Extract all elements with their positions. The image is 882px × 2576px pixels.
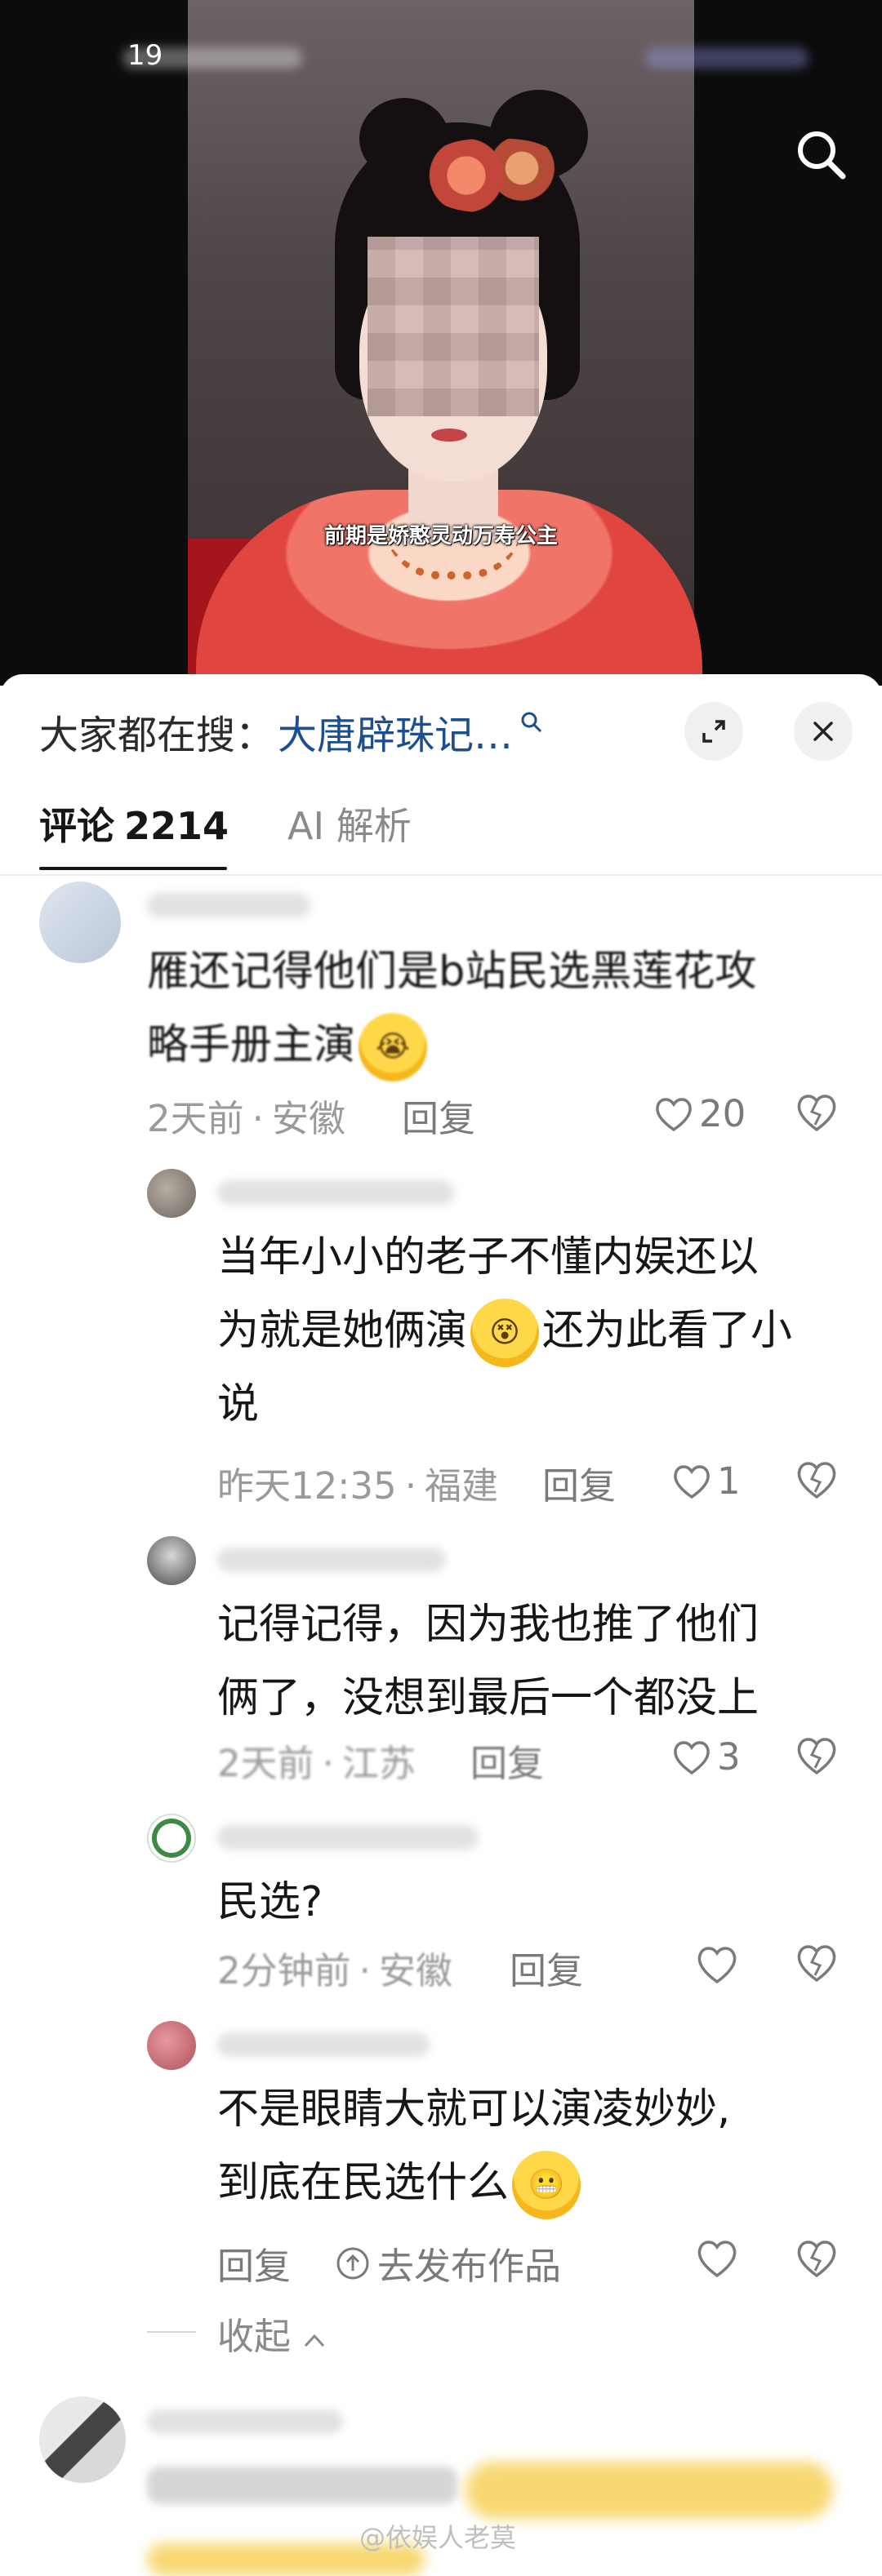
heart-icon: [674, 1464, 710, 1499]
like-button[interactable]: 3: [671, 1735, 741, 1779]
video-figure-lips: [431, 429, 467, 442]
reply-button[interactable]: 回复: [402, 1089, 475, 1142]
avatar[interactable]: [39, 2396, 126, 2483]
trending-search-term[interactable]: 大唐辟珠记…: [278, 703, 513, 760]
comment-meta: 2天前 · 安徽: [147, 1097, 345, 1140]
comment-text: 记得记得，因为我也推了他们 俩了，没想到最后一个都没上: [217, 1601, 760, 1722]
like-button[interactable]: 1: [671, 1459, 741, 1503]
tab-comments[interactable]: 评论 2214: [39, 797, 229, 851]
comment-text: 民选?: [217, 1878, 323, 1926]
collapse-divider: [147, 2331, 196, 2333]
crying-emoji-icon: 😭: [359, 1013, 428, 1081]
reply-button[interactable]: 回复: [510, 1941, 583, 1994]
comment-count: 2214: [124, 804, 229, 848]
avatar[interactable]: [147, 1536, 196, 1585]
heart-icon[interactable]: [694, 2236, 740, 2282]
reply-button[interactable]: 回复: [470, 1734, 544, 1787]
dislike-heart-icon[interactable]: [794, 1090, 840, 1136]
emoji-row-blurred: [466, 2462, 833, 2519]
video-subtitle: 前期是娇憨灵动万寿公主: [323, 524, 558, 549]
tab-ai-analysis[interactable]: AI 解析: [287, 797, 412, 851]
like-button[interactable]: 20: [653, 1092, 746, 1135]
avatar[interactable]: [147, 2021, 196, 2070]
comment-text: 当年小小的老子不懂内娱还以 为就是她俩演 😵 还为此看了小 说: [217, 1233, 793, 1428]
status-bar-blur: [645, 47, 808, 69]
comment-sheet: 大家都在搜： 大唐辟珠记… 评论 2214 AI 解析 雁还记得他们是b站民选黑莲…: [0, 674, 882, 2576]
close-button[interactable]: [794, 702, 853, 761]
comment-text-blurred: [147, 2467, 457, 2504]
comment-meta: 2分钟前 · 安徽: [217, 1949, 452, 1992]
comment-meta: 昨天12:35 · 福建: [217, 1464, 499, 1508]
avatar[interactable]: [39, 882, 121, 963]
tab-comments-label: 评论: [39, 804, 114, 848]
expand-button[interactable]: [684, 702, 743, 761]
username-blurred[interactable]: [147, 893, 310, 917]
reply-button[interactable]: 回复: [542, 1456, 616, 1509]
publish-work-button[interactable]: 去发布作品: [335, 2236, 561, 2290]
hairpin-ornament: [425, 139, 564, 212]
username-blurred[interactable]: [217, 1825, 479, 1850]
publish-label: 去发布作品: [377, 2245, 562, 2288]
upload-circle-icon: [336, 2247, 369, 2279]
username-blurred[interactable]: [217, 1548, 446, 1572]
dislike-heart-icon[interactable]: [794, 1458, 840, 1503]
comment-meta: 2天前 · 江苏: [217, 1742, 416, 1785]
heart-icon: [656, 1097, 692, 1131]
like-count: 3: [717, 1735, 741, 1779]
status-bar-blur: [122, 47, 302, 69]
trending-search-label: 大家都在搜：: [39, 713, 275, 758]
avatar[interactable]: [147, 1814, 196, 1863]
avatar[interactable]: [147, 1169, 196, 1218]
reply-button[interactable]: 回复: [217, 2236, 291, 2290]
dizzy-face-emoji-icon: 😵: [470, 1299, 540, 1367]
dislike-heart-icon[interactable]: [794, 1734, 840, 1779]
dislike-heart-icon[interactable]: [794, 2236, 840, 2282]
face-mosaic: [368, 237, 539, 416]
expand-icon: [702, 720, 725, 743]
heart-icon: [674, 1740, 710, 1774]
comment-text: 不是眼睛大就可以演凌妙妙, 到底在民选什么 😬: [217, 2073, 730, 2220]
watermark: @依娱人老莫: [359, 2522, 517, 2553]
search-icon[interactable]: [789, 122, 854, 188]
dislike-heart-icon[interactable]: [794, 1941, 840, 1987]
like-count: 1: [717, 1459, 741, 1503]
video-player[interactable]: 前期是娇憨灵动万寿公主 19: [0, 0, 882, 686]
trending-search[interactable]: 大家都在搜： 大唐辟珠记…: [39, 699, 544, 764]
divider: [0, 874, 882, 876]
heart-icon[interactable]: [694, 1943, 740, 1988]
collapse-label: 收起: [217, 2315, 292, 2358]
grimacing-sweat-emoji-icon: 😬: [512, 2151, 581, 2219]
small-search-icon: [521, 712, 542, 733]
tab-active-indicator: [39, 867, 227, 870]
close-icon: [813, 722, 833, 741]
username-blurred[interactable]: [147, 2409, 343, 2434]
comment-tabs: 评论 2214 AI 解析: [39, 797, 412, 851]
username-blurred[interactable]: [217, 1180, 454, 1205]
collapse-button[interactable]: 收起: [217, 2307, 327, 2360]
username-blurred[interactable]: [217, 2032, 430, 2057]
comment-text: 雁还记得他们是b站民选黑莲花攻 略手册主演 😭: [147, 935, 756, 1082]
chevron-up-icon: [305, 2334, 325, 2347]
like-count: 20: [699, 1092, 746, 1135]
